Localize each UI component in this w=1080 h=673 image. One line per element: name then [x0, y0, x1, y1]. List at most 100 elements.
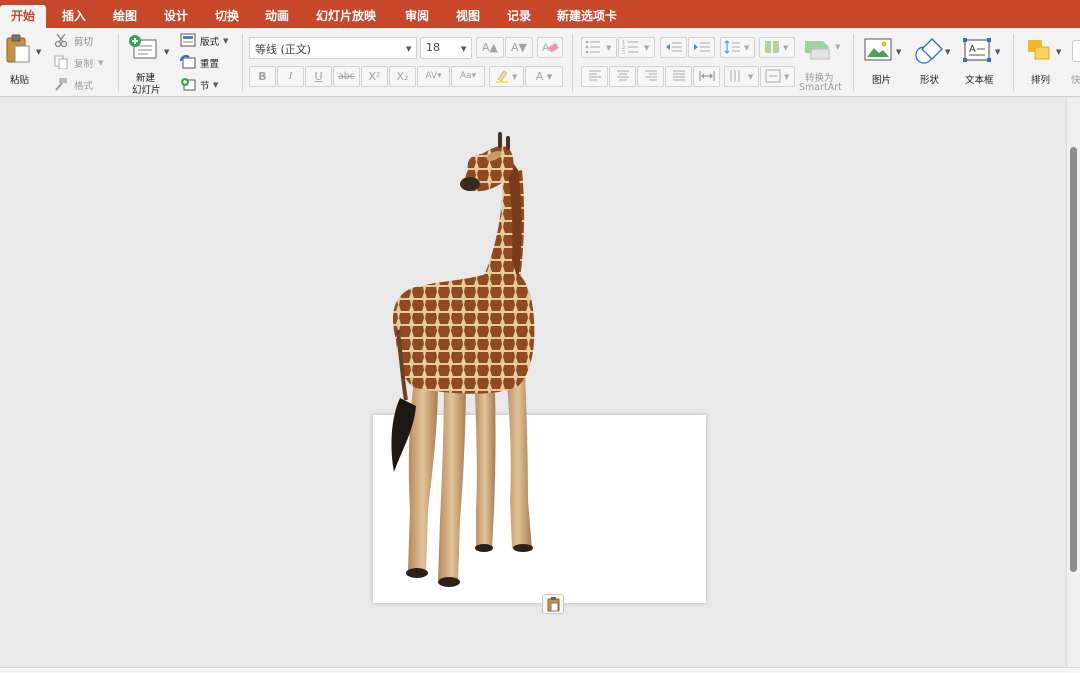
distributed-button[interactable]	[693, 66, 720, 87]
font-size-select[interactable]: 18 ▼	[420, 37, 472, 59]
layout-button[interactable]: 版式 ▼	[178, 32, 234, 50]
giraffe-picture[interactable]	[386, 130, 548, 592]
svg-text:A: A	[969, 44, 976, 55]
shape-button[interactable]: ▼ 形状	[912, 36, 954, 92]
svg-text:▼: ▼	[744, 44, 750, 52]
decrease-font-size-button[interactable]: A▼	[505, 37, 533, 58]
convert-to-smartart-button[interactable]: ▼ 转换为 SmartArt	[797, 37, 847, 93]
highlight-color-button[interactable]: ▼	[489, 66, 524, 87]
tab-home[interactable]: 开始	[0, 5, 47, 28]
copy-button[interactable]: 复制 ▼	[52, 54, 108, 72]
align-text-button[interactable]: ▼	[760, 66, 795, 87]
section-button[interactable]: 节 ▼	[178, 76, 228, 94]
ribbon-separator	[118, 34, 119, 92]
align-right-icon	[644, 70, 657, 81]
tab-new-tab[interactable]: 新建选项卡	[557, 5, 617, 28]
vertical-scrollbar[interactable]	[1066, 97, 1080, 668]
chevron-down-icon: ▼	[406, 45, 412, 53]
paste-options-icon	[547, 597, 560, 612]
align-right-button[interactable]	[637, 66, 664, 87]
new-slide-button[interactable]: ▼ 新建 幻灯片	[124, 32, 172, 96]
ribbon-separator	[853, 34, 854, 92]
svg-text:▼: ▼	[512, 73, 518, 81]
tab-slideshow[interactable]: 幻灯片放映	[316, 5, 376, 28]
textbox-dropdown-icon[interactable]: ▼	[995, 48, 1000, 56]
tab-design[interactable]: 设计	[164, 5, 188, 28]
layout-label: 版式	[200, 37, 220, 48]
ribbon-separator	[242, 34, 243, 92]
new-slide-icon	[129, 35, 157, 59]
reset-button[interactable]: 重置	[178, 54, 228, 72]
line-spacing-button[interactable]: ▼	[720, 37, 755, 58]
align-left-icon	[588, 70, 601, 81]
section-icon	[181, 78, 196, 91]
shape-dropdown-icon[interactable]: ▼	[945, 48, 950, 56]
cut-label: 剪切	[74, 37, 94, 48]
tab-insert[interactable]: 插入	[62, 5, 86, 28]
format-painter-label: 格式	[74, 81, 94, 92]
justify-button[interactable]	[665, 66, 692, 87]
textbox-label: 文本框	[965, 75, 994, 86]
change-case-icon: Aa▾	[459, 71, 477, 81]
picture-icon	[864, 38, 892, 61]
textbox-icon: A	[963, 38, 991, 62]
picture-dropdown-icon[interactable]: ▼	[896, 48, 901, 56]
font-size-value: 18	[426, 41, 440, 54]
arrange-dropdown-icon[interactable]: ▼	[1056, 48, 1061, 56]
clear-formatting-button[interactable]: A	[537, 37, 563, 58]
svg-text:3: 3	[622, 50, 625, 55]
reset-icon	[180, 55, 196, 69]
new-slide-dropdown-icon[interactable]: ▼	[164, 48, 169, 56]
paste-button[interactable]: ▼ 粘贴	[2, 32, 42, 86]
arrange-button[interactable]: ▼ 排列	[1024, 36, 1064, 92]
tab-view[interactable]: 视图	[456, 5, 480, 28]
tab-record[interactable]: 记录	[507, 5, 531, 28]
columns-icon: ▼	[765, 41, 789, 53]
smartart-icon: ▼	[805, 41, 841, 60]
decrease-indent-button[interactable]	[660, 37, 687, 58]
paste-options-button[interactable]	[542, 594, 564, 614]
tab-animations[interactable]: 动画	[265, 5, 289, 28]
smartart-label-line2: SmartArt	[799, 82, 842, 93]
arrange-label: 排列	[1031, 75, 1051, 86]
columns-button[interactable]: ▼	[759, 37, 795, 58]
textbox-button[interactable]: A ▼ 文本框	[960, 36, 1006, 92]
superscript-button[interactable]: X²	[361, 66, 388, 87]
bullets-button[interactable]: ▼	[581, 37, 617, 58]
align-left-button[interactable]	[581, 66, 608, 87]
underline-button[interactable]: U	[305, 66, 332, 87]
quick-styles-button[interactable]: 快	[1068, 36, 1080, 92]
arrange-icon	[1028, 40, 1050, 60]
tab-transitions[interactable]: 切换	[215, 5, 239, 28]
copy-dropdown-icon[interactable]: ▼	[98, 59, 103, 67]
subscript-button[interactable]: X₂	[389, 66, 416, 87]
paste-dropdown-icon[interactable]: ▼	[36, 48, 41, 56]
tab-draw[interactable]: 绘图	[113, 5, 137, 28]
format-painter-button[interactable]: 格式	[52, 76, 102, 94]
align-center-button[interactable]	[609, 66, 636, 87]
change-case-button[interactable]: Aa▾	[451, 66, 485, 87]
cut-button[interactable]: 剪切	[52, 32, 102, 50]
font-color-icon: A ▾	[535, 70, 553, 83]
picture-button[interactable]: ▼ 图片	[862, 36, 906, 92]
tab-review[interactable]: 审阅	[405, 5, 429, 28]
eraser-icon: A	[542, 42, 559, 54]
font-family-select[interactable]: 等线 (正文) ▼	[249, 37, 417, 59]
text-direction-button[interactable]: ▼	[724, 66, 759, 87]
increase-font-size-button[interactable]: A▲	[476, 37, 504, 58]
section-dropdown-icon[interactable]: ▼	[213, 81, 218, 89]
ribbon: ▼ 粘贴 剪切 复制 ▼ 格式 ▼ 新建 幻灯片 版式 ▼ 重置 节 ▼ 等线 …	[0, 28, 1080, 97]
format-painter-icon	[55, 78, 67, 91]
strikethrough-button[interactable]: abc	[333, 66, 360, 87]
bold-button[interactable]: B	[249, 66, 276, 87]
distributed-icon	[699, 71, 714, 81]
svg-text:▼: ▼	[606, 44, 612, 52]
italic-button[interactable]: I	[277, 66, 304, 87]
character-spacing-button[interactable]: AV▾	[417, 66, 450, 87]
ribbon-separator	[1013, 34, 1014, 92]
scrollbar-thumb[interactable]	[1070, 147, 1077, 572]
font-color-button[interactable]: A ▾	[525, 66, 563, 87]
increase-indent-button[interactable]	[688, 37, 715, 58]
numbering-button[interactable]: 1 2 3 ▼	[618, 37, 655, 58]
layout-dropdown-icon[interactable]: ▼	[223, 37, 228, 45]
